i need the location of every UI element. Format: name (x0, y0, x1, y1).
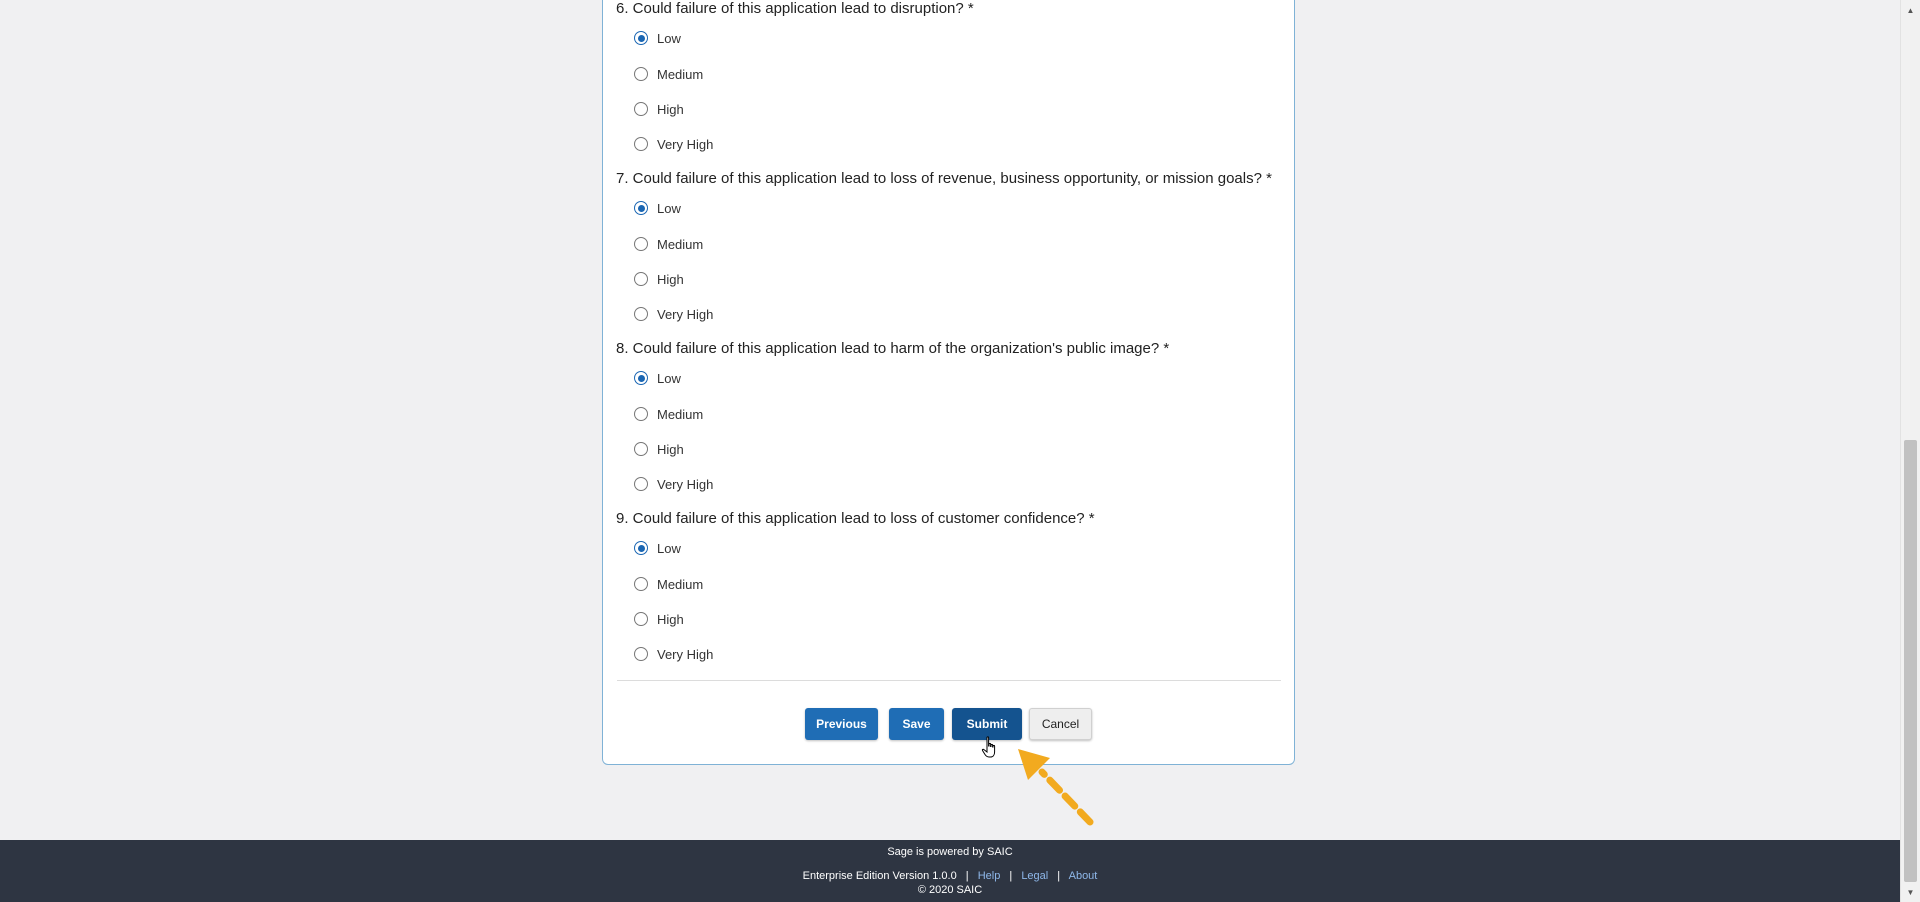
radio-button[interactable] (634, 67, 648, 81)
option-label: High (657, 611, 684, 627)
option-label: High (657, 271, 684, 287)
vertical-scrollbar[interactable]: ▲ ▼ (1900, 0, 1920, 902)
question-8-option-high[interactable]: High (634, 439, 684, 459)
radio-button[interactable] (634, 477, 648, 491)
copyright-text: © 2020 SAIC (917, 884, 983, 896)
question-6-title: 6. Could failure of this application lea… (616, 0, 974, 17)
question-8-option-very-high[interactable]: Very High (634, 474, 713, 494)
scroll-down-arrow-icon[interactable]: ▼ (1901, 884, 1920, 900)
question-8-option-medium[interactable]: Medium (634, 404, 703, 424)
legal-link[interactable]: Legal (1021, 870, 1048, 882)
radio-button[interactable] (634, 407, 648, 421)
question-6-option-high[interactable]: High (634, 99, 684, 119)
option-label: Low (657, 370, 681, 386)
question-9-option-medium[interactable]: Medium (634, 574, 703, 594)
save-button[interactable]: Save (889, 708, 944, 740)
help-link[interactable]: Help (978, 870, 1001, 882)
option-label: Very High (657, 476, 714, 492)
option-label: Very High (657, 136, 714, 152)
option-label: Low (657, 30, 681, 46)
radio-button-selected[interactable] (634, 371, 648, 385)
option-label: High (657, 101, 684, 117)
question-7-option-high[interactable]: High (634, 269, 684, 289)
scrollbar-thumb[interactable] (1904, 440, 1917, 882)
radio-button[interactable] (634, 647, 648, 661)
footer-separator: | (965, 870, 969, 882)
option-label: High (657, 441, 684, 457)
radio-button-selected[interactable] (634, 31, 648, 45)
option-label: Low (657, 200, 681, 216)
powered-by-text: Sage is powered by SAIC (887, 846, 1013, 858)
hand-pointer-cursor-icon (981, 736, 996, 758)
about-link[interactable]: About (1069, 870, 1098, 882)
radio-button[interactable] (634, 137, 648, 151)
cancel-button[interactable]: Cancel (1029, 708, 1092, 740)
page-footer: Sage is powered by SAIC Enterprise Editi… (0, 840, 1900, 902)
footer-separator: | (1057, 870, 1061, 882)
footer-links-row: Enterprise Edition Version 1.0.0 | Help … (0, 870, 1900, 882)
radio-button-selected[interactable] (634, 201, 648, 215)
option-label: Very High (657, 646, 714, 662)
option-label: Low (657, 540, 681, 556)
scroll-up-arrow-icon[interactable]: ▲ (1901, 2, 1920, 18)
question-7-option-low[interactable]: Low (634, 198, 681, 218)
question-6-option-very-high[interactable]: Very High (634, 134, 713, 154)
question-9-title: 9. Could failure of this application lea… (616, 510, 1095, 527)
question-8-title: 8. Could failure of this application lea… (616, 340, 1170, 357)
radio-button[interactable] (634, 577, 648, 591)
option-label: Medium (657, 236, 704, 252)
radio-button[interactable] (634, 237, 648, 251)
previous-button[interactable]: Previous (805, 708, 878, 740)
option-label: Very High (657, 306, 714, 322)
radio-button[interactable] (634, 307, 648, 321)
page: 6. Could failure of this application lea… (0, 0, 1900, 902)
option-label: Medium (657, 576, 704, 592)
footer-separator: | (1009, 870, 1013, 882)
question-7-option-medium[interactable]: Medium (634, 234, 703, 254)
form-divider (617, 680, 1281, 681)
radio-button[interactable] (634, 102, 648, 116)
question-9-option-low[interactable]: Low (634, 538, 681, 558)
radio-button-selected[interactable] (634, 541, 648, 555)
radio-button[interactable] (634, 442, 648, 456)
option-label: Medium (657, 66, 704, 82)
radio-button[interactable] (634, 272, 648, 286)
radio-button[interactable] (634, 612, 648, 626)
question-7-option-very-high[interactable]: Very High (634, 304, 713, 324)
question-9-option-very-high[interactable]: Very High (634, 644, 713, 664)
question-7-title: 7. Could failure of this application lea… (616, 170, 1272, 187)
question-6-option-low[interactable]: Low (634, 28, 681, 48)
option-label: Medium (657, 406, 704, 422)
question-8-option-low[interactable]: Low (634, 368, 681, 388)
version-text: Enterprise Edition Version 1.0.0 (802, 870, 957, 882)
dashed-arrow-icon (1018, 749, 1094, 826)
question-9-option-high[interactable]: High (634, 609, 684, 629)
question-6-option-medium[interactable]: Medium (634, 64, 703, 84)
